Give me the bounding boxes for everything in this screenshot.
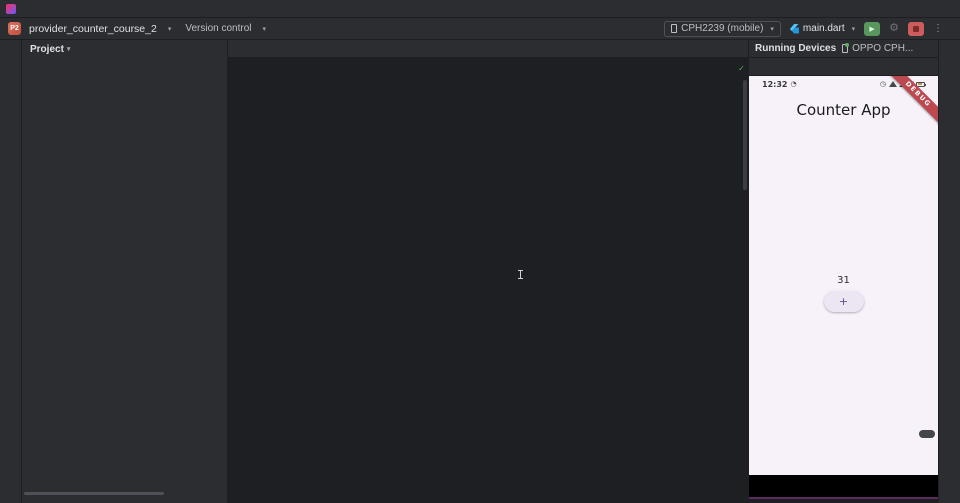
chevron-down-icon: ▾ xyxy=(66,46,71,53)
increment-button[interactable]: + xyxy=(823,291,864,312)
project-panel: Project ▾ xyxy=(22,40,228,503)
data-saver-icon: ◔ xyxy=(790,80,797,88)
app-logo-icon xyxy=(6,3,16,14)
text-cursor xyxy=(518,270,523,279)
chevron-down-icon: ▾ xyxy=(167,25,172,33)
alarm-icon: ◷ xyxy=(879,80,886,88)
editor: ✓ xyxy=(228,40,748,503)
wifi-icon xyxy=(888,81,897,87)
device-toolbar xyxy=(749,58,938,76)
phone-online-icon xyxy=(842,43,850,53)
titlebar xyxy=(0,0,960,18)
inspections-ok-icon[interactable]: ✓ xyxy=(739,64,744,74)
editor-scrollbar[interactable] xyxy=(743,80,747,190)
device-time: 12:32 xyxy=(762,79,788,89)
project-badge: P2 xyxy=(8,22,21,35)
horizontal-scrollbar[interactable] xyxy=(24,492,164,495)
more-actions-button[interactable]: ⋮ xyxy=(933,23,943,34)
running-devices-title: Running Devices xyxy=(755,43,837,54)
phone-icon xyxy=(671,24,678,33)
counter-value: 31 xyxy=(837,275,850,286)
flutter-icon xyxy=(790,24,799,34)
running-devices-panel: Running Devices OPPO CPH... 12:32 ◔ ◷ Co… xyxy=(748,40,938,503)
project-selector[interactable]: provider_counter_course_2 xyxy=(29,23,157,35)
device-screen[interactable]: 12:32 ◔ ◷ Counter App DEBUG 31 + xyxy=(749,76,938,475)
main-toolbar: P2 provider_counter_course_2 ▾ Version co… xyxy=(0,18,960,40)
app-bar-title: Counter App xyxy=(796,101,891,119)
vcs-selector[interactable]: Version control xyxy=(185,23,251,34)
project-tree xyxy=(22,58,227,503)
run-configuration[interactable]: main.dart ▾ xyxy=(790,23,855,34)
chevron-down-icon: ▾ xyxy=(262,25,267,33)
device-tab[interactable]: OPPO CPH... xyxy=(842,43,913,54)
device-selector[interactable]: CPH2239 (mobile) ▾ xyxy=(664,20,781,37)
right-tool-stripe xyxy=(938,40,960,503)
code-area[interactable]: ✓ xyxy=(228,58,748,503)
ide-window: P2 provider_counter_course_2 ▾ Version co… xyxy=(0,0,960,503)
stop-button[interactable] xyxy=(908,21,924,36)
chevron-down-icon: ▾ xyxy=(851,25,856,33)
device-nav-bar xyxy=(749,475,938,497)
debug-icon[interactable]: ⚙ xyxy=(889,23,899,34)
project-panel-title[interactable]: Project xyxy=(30,44,64,55)
run-button[interactable]: ▶ xyxy=(864,21,881,36)
editor-tabs xyxy=(228,40,748,58)
left-tool-stripe xyxy=(0,40,22,503)
chevron-down-icon: ▾ xyxy=(770,25,774,33)
zoom-controls xyxy=(919,430,935,438)
